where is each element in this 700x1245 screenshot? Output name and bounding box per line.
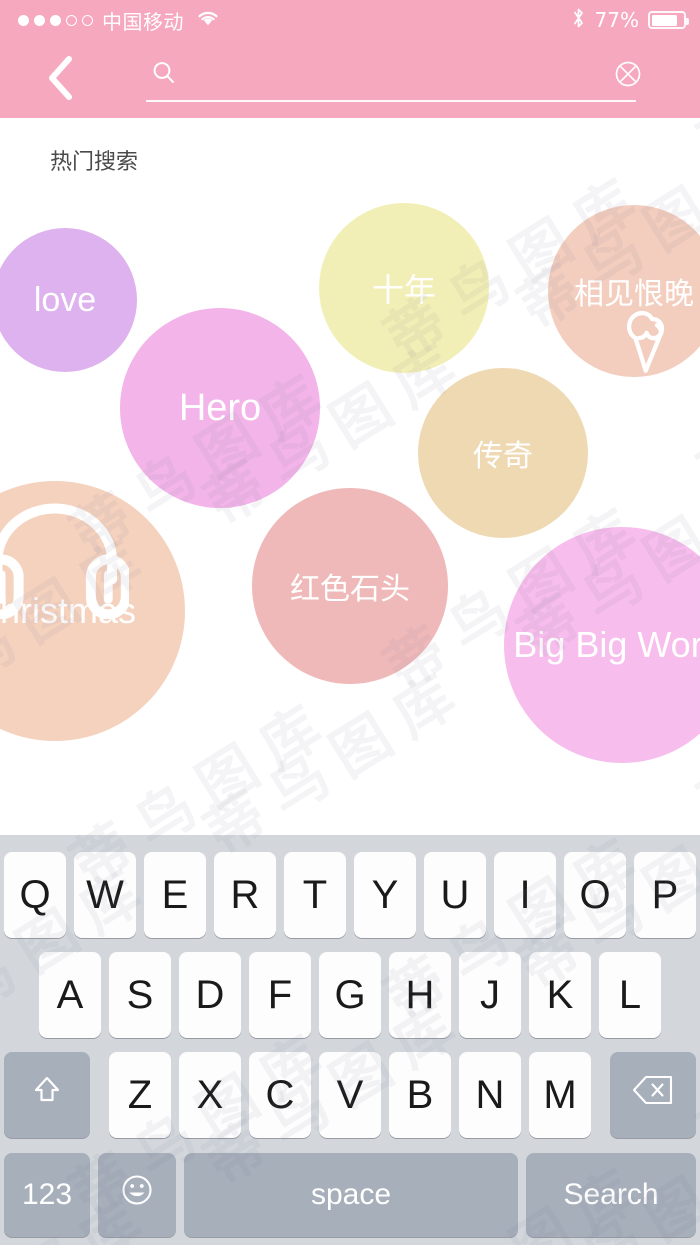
- signal-dot: [50, 14, 61, 26]
- bubble-label: love: [33, 280, 97, 319]
- bubble-label: 相见恨晚: [574, 278, 694, 311]
- hot-search-bubble[interactable]: 十年: [319, 203, 489, 373]
- wifi-icon: [195, 8, 221, 33]
- virtual-keyboard: QWERTYUIOP ASDFGHJKL ZXCVBNM 123 space S…: [0, 835, 700, 1245]
- key-b[interactable]: B: [389, 1052, 451, 1138]
- key-z[interactable]: Z: [109, 1052, 171, 1138]
- hot-search-bubble[interactable]: Hero: [120, 308, 320, 508]
- key-v[interactable]: V: [319, 1052, 381, 1138]
- hot-search-panel: 热门搜索 love十年相见恨晚Hero传奇红色石头ChristmasBig Bi…: [0, 118, 700, 835]
- key-s[interactable]: S: [109, 952, 171, 1038]
- battery-percent-label: 77%: [594, 8, 639, 32]
- search-input[interactable]: [194, 54, 594, 92]
- carrier-label: 中国移动: [102, 9, 184, 34]
- hot-search-bubble[interactable]: 红色石头: [252, 488, 448, 684]
- status-bar-right: 77%: [571, 6, 700, 35]
- keyboard-row-2: ASDFGHJKL: [0, 949, 700, 1041]
- key-u[interactable]: U: [424, 852, 486, 938]
- shift-key[interactable]: [4, 1052, 90, 1138]
- key-m[interactable]: M: [529, 1052, 591, 1138]
- key-o[interactable]: O: [564, 852, 626, 938]
- ice-cream-icon: [601, 295, 687, 386]
- emoji-smiley-icon: [116, 1169, 158, 1221]
- battery-fill: [651, 14, 677, 26]
- bubble-label: Christmas: [0, 590, 137, 631]
- key-y[interactable]: Y: [354, 852, 416, 938]
- hot-search-bubble[interactable]: Big Big World: [504, 527, 700, 763]
- signal-dot: [34, 14, 45, 26]
- key-k[interactable]: K: [529, 952, 591, 1038]
- battery-icon: [648, 11, 689, 29]
- bubble-label: 传奇: [473, 440, 533, 473]
- back-button[interactable]: [34, 54, 86, 106]
- bubble-label: 红色石头: [290, 573, 410, 606]
- key-e[interactable]: E: [144, 852, 206, 938]
- key-n[interactable]: N: [459, 1052, 521, 1138]
- key-d[interactable]: D: [179, 952, 241, 1038]
- hot-search-bubble[interactable]: 相见恨晚: [548, 205, 700, 377]
- key-r[interactable]: R: [214, 852, 276, 938]
- search-field-container[interactable]: [140, 50, 641, 110]
- keyboard-row-1: QWERTYUIOP: [0, 849, 700, 941]
- clear-circle-x-icon: [613, 59, 643, 94]
- search-key[interactable]: Search: [526, 1153, 696, 1237]
- backspace-delete-icon: [630, 1072, 676, 1118]
- key-q[interactable]: Q: [4, 852, 66, 938]
- signal-dot: [18, 14, 29, 26]
- key-a[interactable]: A: [39, 952, 101, 1038]
- headphones-icon: [0, 497, 131, 625]
- signal-dot: [82, 14, 93, 26]
- key-c[interactable]: C: [249, 1052, 311, 1138]
- bubble-label: Hero: [178, 386, 262, 429]
- chevron-left-icon: [43, 54, 77, 107]
- key-f[interactable]: F: [249, 952, 311, 1038]
- key-l[interactable]: L: [599, 952, 661, 1038]
- numeric-key[interactable]: 123: [4, 1153, 90, 1237]
- bubble-cloud: love 十年 相见恨晚 Hero 传奇红色石头 Christmas Big Big Wor…: [0, 118, 700, 835]
- space-key[interactable]: space: [184, 1153, 518, 1237]
- search-icon: [150, 59, 178, 92]
- app-root: 中国移动 77% 热门搜索 love 十年 相见恨晚 Hero 传奇 红色石头 …: [0, 0, 700, 1245]
- keyboard-row-3-letters: ZXCVBNM: [109, 1052, 591, 1138]
- status-bar: 中国移动 77%: [0, 0, 700, 40]
- key-g[interactable]: G: [319, 952, 381, 1038]
- key-j[interactable]: J: [459, 952, 521, 1038]
- key-w[interactable]: W: [74, 852, 136, 938]
- key-x[interactable]: X: [179, 1052, 241, 1138]
- signal-dot: [66, 14, 77, 26]
- keyboard-row-3: ZXCVBNM: [0, 1049, 700, 1141]
- signal-strength-dots: [18, 14, 93, 26]
- hot-search-bubble[interactable]: Christmas: [0, 481, 185, 741]
- bubble-label: Big Big World: [513, 624, 700, 665]
- status-bar-left: 中国移动: [0, 6, 221, 35]
- key-i[interactable]: I: [494, 852, 556, 938]
- hot-search-bubble[interactable]: 传奇: [418, 368, 588, 538]
- shift-up-arrow-icon: [27, 1070, 67, 1120]
- hot-search-bubble[interactable]: love: [0, 228, 137, 372]
- keyboard-row-4: 123 space Search: [0, 1149, 700, 1241]
- key-h[interactable]: H: [389, 952, 451, 1038]
- emoji-key[interactable]: [98, 1153, 176, 1237]
- clear-search-button[interactable]: [608, 56, 648, 96]
- navigation-bar: [0, 40, 700, 118]
- bubble-label: 十年: [371, 272, 436, 308]
- bluetooth-icon: [571, 6, 586, 35]
- key-t[interactable]: T: [284, 852, 346, 938]
- search-underline: [146, 100, 636, 102]
- key-p[interactable]: P: [634, 852, 696, 938]
- delete-key[interactable]: [610, 1052, 696, 1138]
